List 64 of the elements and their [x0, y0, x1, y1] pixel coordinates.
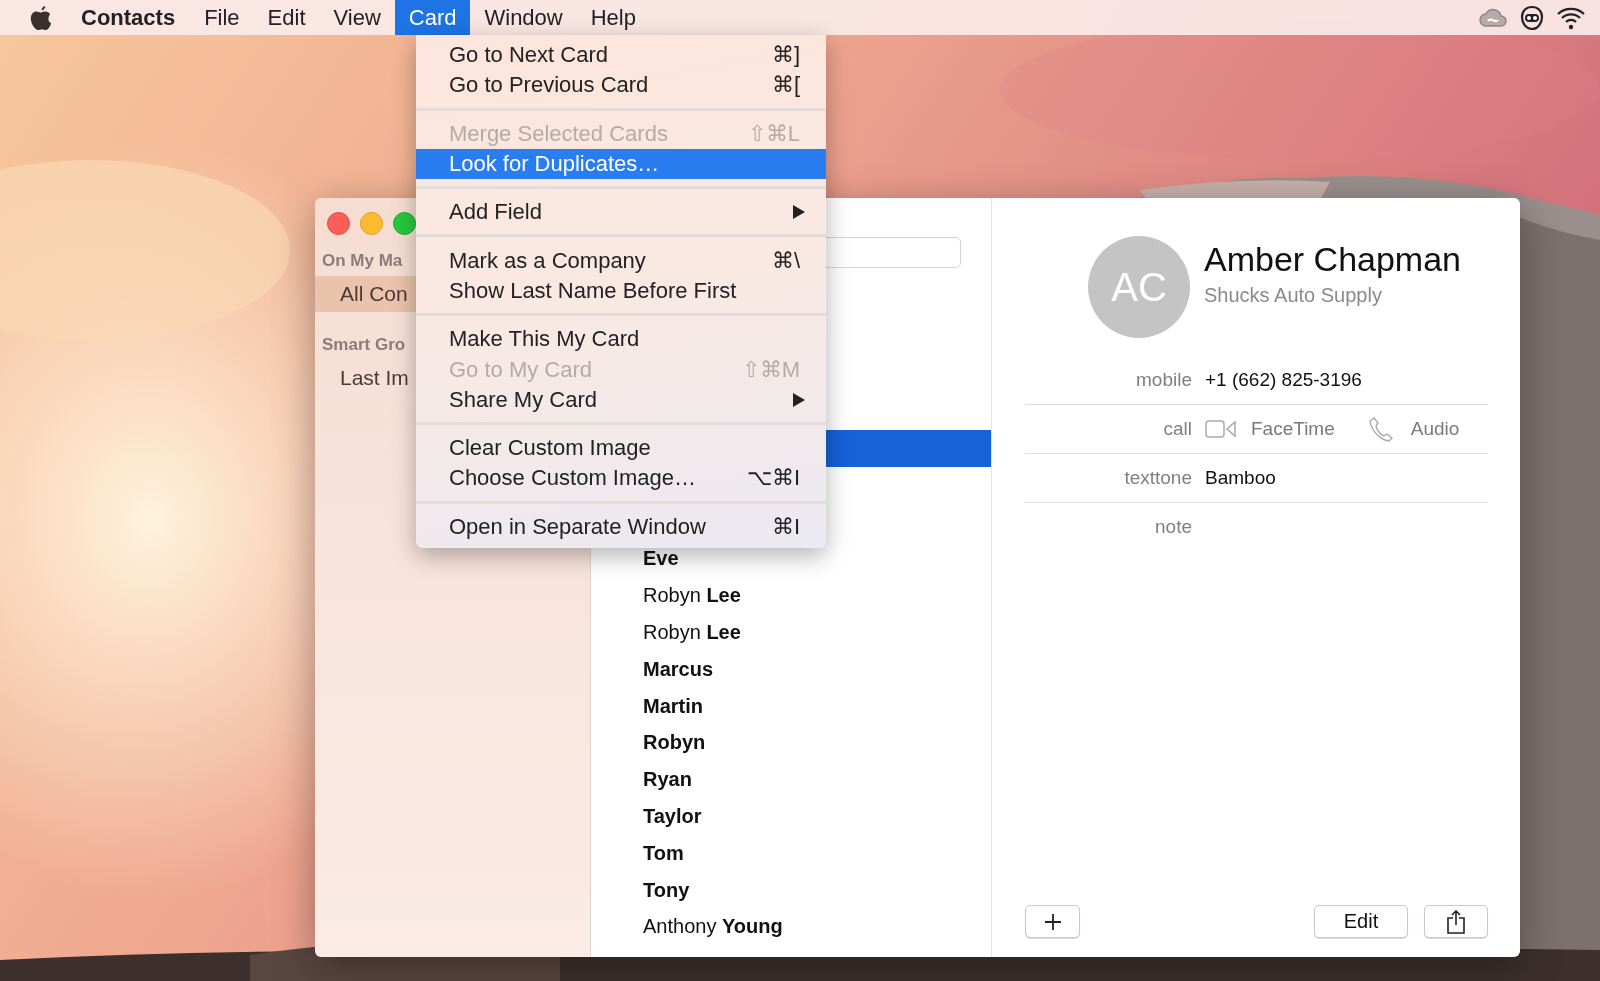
audio-link[interactable]: Audio — [1410, 418, 1460, 440]
avatar: AC — [1088, 236, 1190, 338]
shortcut-text: ⌥⌘I — [746, 465, 800, 492]
menu-title[interactable]: File — [190, 0, 254, 35]
facetime-link[interactable]: FaceTime — [1251, 418, 1335, 440]
menu-item[interactable]: Go to Next Card ⌘] — [416, 40, 826, 71]
plus-icon — [1043, 912, 1062, 931]
field-value[interactable]: Bamboo — [1205, 467, 1276, 489]
app-menu[interactable]: Contacts — [71, 4, 191, 31]
menu-title[interactable]: Edit — [253, 0, 320, 35]
shortcut-text: ⇧⌘M — [741, 356, 800, 383]
field-value[interactable]: +1 (662) 825-3196 — [1205, 369, 1362, 391]
add-button[interactable] — [1025, 905, 1080, 938]
sidebar-item[interactable]: Last Im — [315, 360, 416, 396]
contact-name: Amber Chapman — [1204, 240, 1461, 279]
sidebar-header: Smart Gro — [321, 334, 406, 356]
contact-row[interactable]: Anthony Young — [591, 908, 991, 946]
menu-item[interactable]: Go to Previous Card ⌘[ — [416, 70, 826, 101]
company-name: Shucks Auto Supply — [1204, 284, 1383, 307]
apple-logo-icon[interactable] — [29, 4, 53, 31]
field-label: mobile — [1135, 369, 1193, 391]
sidebar-item[interactable]: All Con — [315, 276, 416, 312]
menu-title[interactable]: Window — [470, 0, 577, 35]
menu-item[interactable]: Show Last Name Before First — [416, 275, 826, 307]
edit-button[interactable]: Edit — [1314, 905, 1408, 938]
contact-row[interactable]: Ryan — [591, 761, 991, 798]
field-label: call — [1162, 418, 1193, 440]
contact-row[interactable]: Robyn Lee — [591, 614, 991, 651]
phone-icon[interactable] — [1368, 416, 1393, 442]
menu-item[interactable]: Mark as a Company ⌘\ — [416, 245, 826, 276]
zoom-button[interactable] — [393, 212, 416, 235]
contact-row[interactable]: Tony — [591, 871, 991, 909]
contact-row[interactable]: Taylor — [591, 797, 991, 835]
cloud-icon[interactable] — [1478, 6, 1508, 29]
shortcut-text: ⌘[ — [771, 72, 800, 99]
video-camera-icon[interactable] — [1205, 419, 1237, 439]
sidebar-header: On My Ma — [321, 250, 403, 272]
menu-title[interactable]: Help — [576, 0, 650, 35]
contact-row[interactable]: Tom — [591, 834, 991, 872]
shortcut-text: ⌘] — [771, 42, 800, 69]
menu-item[interactable]: Make This My Card — [416, 324, 826, 355]
shortcut-text: ⌘I — [771, 513, 800, 540]
mask-icon[interactable] — [1520, 4, 1544, 31]
contact-row[interactable]: Robyn — [591, 724, 991, 762]
menu-title[interactable]: View — [319, 0, 395, 35]
menu-title[interactable]: Card — [394, 0, 471, 35]
share-button[interactable] — [1424, 905, 1488, 938]
shortcut-text: ⌘\ — [771, 247, 800, 274]
field-label: texttone — [1123, 467, 1193, 489]
close-button[interactable] — [327, 212, 350, 235]
menu-item[interactable]: Add Field — [416, 197, 826, 228]
menu-item[interactable]: Look for Duplicates… — [416, 148, 826, 180]
share-icon — [1446, 909, 1466, 934]
menu-item[interactable]: Share My Card — [416, 384, 826, 415]
menu-item[interactable]: Choose Custom Image… ⌥⌘I — [416, 463, 826, 494]
contact-row[interactable]: Marcus — [591, 650, 991, 688]
contact-row[interactable]: Martin — [591, 687, 991, 725]
field-label: note — [1154, 516, 1193, 538]
contact-row[interactable]: Robyn Lee — [591, 577, 991, 614]
wifi-icon[interactable] — [1556, 5, 1586, 30]
menu-item[interactable]: Open in Separate Window ⌘I — [416, 511, 826, 542]
shortcut-text: ⇧⌘L — [747, 120, 800, 147]
menu-item[interactable]: Clear Custom Image — [416, 432, 826, 464]
minimize-button[interactable] — [360, 212, 383, 235]
